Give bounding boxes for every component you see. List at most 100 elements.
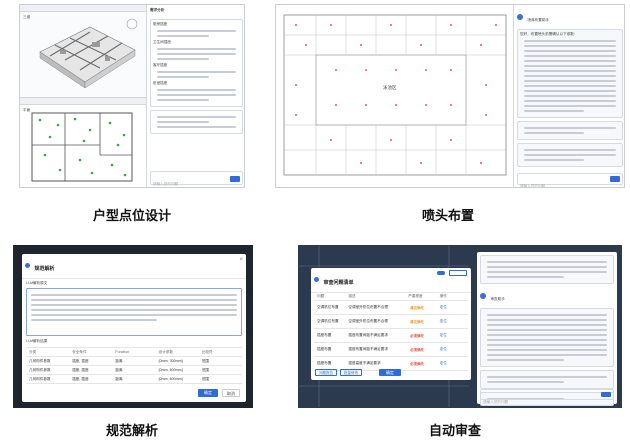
severity-badge: 必须修改 [410,334,424,338]
panel-sprinkler-layout: 泳池区 喷淋布置助手 您好，布置喷头前需确认以下参数： 请输入您的问题 [275,4,625,188]
cell: [0mm, 300mm] [158,359,183,363]
chat-input-placeholder: 请输入您的问题 [153,182,179,186]
cancel-button[interactable]: 取消 [222,389,240,397]
cell: 空调室外机位布置不合理 [348,319,388,323]
chat-input-placeholder: 请输入您的问题 [520,184,546,188]
locate-link[interactable]: 定位 [437,305,468,310]
col-header: 设计参数 [158,349,173,354]
col-header: 操作 [439,294,447,298]
confirm-button[interactable]: 确定 [198,389,218,397]
source-text-area[interactable] [26,288,242,336]
cell: 插座布置 [317,361,332,365]
cell: 距离 [115,358,123,363]
cell: 距离 [115,376,123,381]
locate-link[interactable]: 定位 [437,333,468,338]
assistant-avatar-icon [517,13,523,20]
severity-cell: 必须修改 [405,347,436,352]
severity-badge: 建议修改 [410,306,424,310]
table-row[interactable]: 插座布置 插座布置间距不满足要求 必须修改 定位 [314,343,468,357]
room-label: 泳池区 [383,85,397,90]
chat-input[interactable]: 请输入您的问题 [150,171,243,186]
cell: 插座布置间距不满足要求 [348,347,388,351]
chat-input[interactable]: 请输入您的问题 [517,173,623,188]
severity-cell: 必须修改 [405,333,436,338]
confirm-button[interactable]: 确定 [379,369,401,376]
chat-title: 审查助手 [490,297,505,301]
send-button[interactable] [230,176,240,182]
table-row[interactable]: 几何构件参数 插座, 插座 距离 [0mm, 600mm] 范围 [26,366,242,375]
col-header: Function [115,350,130,354]
cell: 插座高度不满足要求 [348,361,381,365]
batch-fix-button[interactable]: 批量修改 [340,369,362,376]
cell: [0mm, 600mm] [158,377,183,381]
cell: 插座, 插座 [72,376,89,381]
severity-cell: 必须修改 [405,361,436,366]
col-header: 问题 [317,294,325,298]
sprinkler-plan [283,14,507,176]
cell: 空调室外机位布置不合理 [348,305,388,309]
assistant-avatar-icon [480,292,486,299]
send-button[interactable] [610,176,620,182]
table-header: 分类 安全条件 Function 设计参数 比较符 [26,348,242,357]
locate-link[interactable]: 定位 [437,361,468,366]
send-button[interactable] [601,392,611,397]
severity-badge: 建议修改 [410,320,424,324]
chat-message [517,121,623,140]
cell: 几何构件参数 [29,358,51,363]
issue-table: 问题 描述 严重程度 操作 空调机位布置 空调室外机位布置不合理 建议修改 定位 … [314,293,468,371]
filter-button[interactable] [449,270,467,276]
chat-bullet: 客厅插座 [153,63,168,67]
report-button[interactable]: 问题报告 [315,369,337,376]
cell: 距离 [115,367,123,372]
chat-input[interactable]: 请输入您的问题 [480,389,614,404]
chat-message [480,308,614,367]
close-icon[interactable]: × [239,257,243,263]
viewcube-icon[interactable] [126,18,138,30]
spec-dialog: 规范解析 × LLM解析原文 LLM解析结果 分类 安全条件 Function … [22,254,246,402]
cell: 空调机位布置 [317,305,339,309]
dialog-logo-icon [314,277,319,283]
cell: 空调机位布置 [317,319,339,323]
severity-badge: 必须修改 [410,362,424,366]
chat-bullet: 卧室插座 [153,81,168,85]
locate-link[interactable]: 定位 [437,319,468,324]
col-header: 比较符 [201,349,213,354]
cell: 插座, 插座 [72,358,89,363]
table-row[interactable]: 空调机位布置 空调室外机位布置不合理 建议修改 定位 [314,301,468,315]
section-result-title: LLM解析结果 [26,339,48,343]
table-row[interactable]: 几何构件参数 插座, 插座 距离 [0mm, 300mm] 范围 [26,357,242,366]
panel-unit-point-design: 三维 平面 需求分析 厨房插座 卫生间插座 客厅插座 卧室插座 请输入您的问题 [19,4,245,188]
cell: [0mm, 600mm] [158,368,183,372]
2d-plan-with-points [31,112,133,182]
dialog-title: 规范解析 [34,266,55,272]
section-source-title: LLM解析原文 [26,281,48,285]
chat-message [480,370,614,389]
table-row[interactable]: 几何构件参数 插座, 插座 距离 [0mm, 600mm] 范围 [26,375,242,384]
chat-message: 您好，布置喷头前需确认以下参数： [517,29,623,118]
chat-title: 需求分析 [150,8,165,12]
cad-drawing[interactable]: 泳池区 [276,5,514,187]
chat-message [517,143,623,167]
view-3d[interactable]: 三维 [20,5,147,98]
table-row[interactable]: 空调机位布置 空调室外机位布置不合理 建议修改 定位 [314,315,468,329]
cell: 范围 [201,358,209,363]
cell: 范围 [201,367,209,372]
chat-message [480,255,614,284]
assistant-intro: 您好，布置喷头前需确认以下参数： [520,32,578,36]
chat-message: 厨房插座 卫生间插座 客厅插座 卧室插座 [150,19,243,107]
table-row[interactable]: 插座布置 插座布置间距不满足要求 必须修改 定位 [314,329,468,343]
severity-cell: 建议修改 [405,319,436,324]
col-header: 描述 [348,294,356,298]
cell: 范围 [201,376,209,381]
chat-panel: 审查助手 请输入您的问题 [477,252,617,406]
chat-bullet: 厨房插座 [153,22,168,26]
cell: 几何构件参数 [29,376,51,381]
dialog-logo-icon [25,263,30,269]
cell: 插座, 插座 [72,367,89,372]
panel-auto-review: 审查问题清单 问题 描述 严重程度 操作 空调机位布置 空调室外机位布置不合理 建… [298,245,622,408]
locate-link[interactable]: 定位 [437,347,468,352]
view-2d-plan[interactable]: 平面 [20,98,147,187]
caption-auto-review: 自动审查 [428,424,481,439]
toggle-switch[interactable] [437,271,445,275]
panel-spec-parsing: 规范解析 × LLM解析原文 LLM解析结果 分类 安全条件 Function … [13,245,253,408]
